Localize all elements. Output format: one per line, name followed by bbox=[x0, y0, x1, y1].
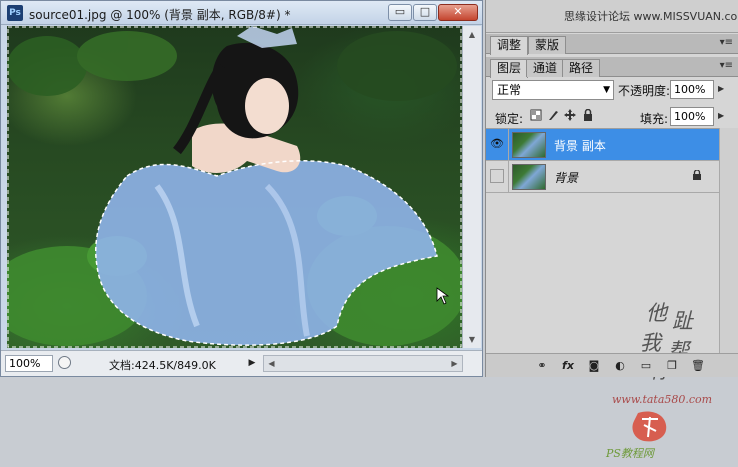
opacity-field[interactable]: 100% bbox=[670, 80, 714, 99]
scroll-left-icon[interactable]: ◀ bbox=[264, 356, 279, 371]
fill-label: 填充: bbox=[640, 112, 669, 126]
layer-name[interactable]: 背景 bbox=[554, 169, 578, 186]
layer-thumbnail bbox=[512, 132, 546, 158]
panel-menu-icon[interactable]: ▾≡ bbox=[720, 37, 733, 48]
document-title: source01.jpg @ 100% (背景 副本, RGB/8#) * bbox=[29, 8, 291, 22]
blend-mode-select[interactable]: 正常 ▼ bbox=[492, 80, 614, 100]
adjustments-tab-row: 调整 蒙版 ▾≡ bbox=[486, 34, 738, 55]
document-window: Ps source01.jpg @ 100% (背景 副本, RGB/8#) *… bbox=[0, 0, 483, 377]
watermark: 他 趾 我 帮 你 www.tata580.com PS教程网 bbox=[606, 297, 716, 467]
photoshop-logo-icon: Ps bbox=[7, 5, 23, 21]
layer-row-background[interactable]: 背景 bbox=[486, 161, 719, 193]
watermark-site: www.tata580.com bbox=[612, 393, 713, 406]
lock-label: 锁定: bbox=[495, 112, 524, 126]
image-canvas[interactable] bbox=[7, 26, 462, 348]
layer-row-separator bbox=[508, 129, 509, 161]
layer-name[interactable]: 背景 副本 bbox=[554, 137, 606, 154]
layer-row-background-copy[interactable]: 👁 背景 副本 bbox=[486, 129, 719, 161]
horizontal-scrollbar[interactable]: ◀ ▶ bbox=[263, 355, 463, 372]
status-info-icon[interactable] bbox=[58, 356, 71, 369]
lock-position-move-icon[interactable] bbox=[564, 109, 576, 121]
panels-dock: 思缘设计论坛 www.MISSVUAN.com 调整 蒙版 ▾≡ 图层 通道 路… bbox=[485, 0, 738, 460]
site-credit: 思缘设计论坛 www.MISSVUAN.com bbox=[564, 10, 738, 23]
layers-list-scrollbar[interactable] bbox=[719, 128, 738, 353]
visibility-toggle-off[interactable] bbox=[490, 169, 504, 183]
lock-transparent-icon[interactable] bbox=[530, 109, 542, 121]
close-button[interactable]: ✕ bbox=[438, 4, 478, 21]
add-mask-icon[interactable]: ◙ bbox=[586, 358, 602, 374]
status-menu-arrow-icon[interactable]: ▶ bbox=[246, 355, 258, 372]
document-size-info: 文档:424.5K/849.0K bbox=[109, 359, 216, 372]
minimize-button[interactable]: ▭ bbox=[388, 4, 412, 21]
eye-icon[interactable]: 👁 bbox=[490, 137, 504, 151]
tab-masks[interactable]: 蒙版 bbox=[528, 36, 567, 54]
document-title-bar[interactable]: Ps source01.jpg @ 100% (背景 副本, RGB/8#) *… bbox=[1, 1, 482, 25]
chevron-down-icon: ▼ bbox=[603, 85, 610, 95]
watermark-tag: PS教程网 bbox=[606, 447, 654, 460]
scroll-down-icon[interactable]: ▼ bbox=[463, 331, 481, 348]
tab-channels[interactable]: 通道 bbox=[526, 59, 565, 77]
tab-adjustments[interactable]: 调整 bbox=[490, 36, 529, 55]
status-bar: 100% 文档:424.5K/849.0K ▶ ◀ ▶ bbox=[1, 350, 482, 376]
tab-paths[interactable]: 路径 bbox=[562, 59, 601, 77]
layers-list: 👁 背景 副本 背景 他 趾 我 帮 你 www.tata580.com PS教… bbox=[486, 128, 738, 460]
watermark-char: 他 bbox=[646, 301, 667, 325]
fill-field[interactable]: 100% bbox=[670, 107, 714, 126]
scroll-right-icon[interactable]: ▶ bbox=[447, 356, 462, 371]
new-layer-icon[interactable]: ❐ bbox=[664, 358, 680, 374]
watermark-char: 趾 bbox=[672, 309, 693, 333]
layers-panel-menu-icon[interactable]: ▾≡ bbox=[720, 60, 733, 71]
opacity-slider-arrow-icon[interactable]: ▶ bbox=[718, 84, 724, 93]
photo-subject bbox=[7, 26, 462, 348]
adjustment-layer-icon[interactable]: ◐ bbox=[612, 358, 628, 374]
layers-bottom-toolbar: ⚭ fx ◙ ◐ ▭ ❐ 🗑 bbox=[486, 353, 738, 377]
lock-icon bbox=[693, 170, 701, 180]
layer-thumbnail bbox=[512, 164, 546, 190]
fx-icon[interactable]: fx bbox=[560, 358, 576, 374]
vertical-scrollbar[interactable]: ▲ ▼ bbox=[462, 26, 481, 348]
tab-layers[interactable]: 图层 bbox=[490, 59, 529, 78]
opacity-label: 不透明度: bbox=[618, 84, 671, 98]
zoom-level-field[interactable]: 100% bbox=[5, 355, 53, 372]
delete-layer-trash-icon[interactable]: 🗑 bbox=[690, 358, 706, 374]
new-group-folder-icon[interactable]: ▭ bbox=[638, 358, 654, 374]
fill-slider-arrow-icon[interactable]: ▶ bbox=[718, 111, 724, 120]
blend-mode-value: 正常 bbox=[497, 83, 522, 97]
maximize-button[interactable]: □ bbox=[413, 4, 437, 21]
lock-pixels-brush-icon[interactable] bbox=[547, 109, 559, 121]
panel-top-strip: 思缘设计论坛 www.MISSVUAN.com bbox=[486, 0, 738, 33]
scroll-up-icon[interactable]: ▲ bbox=[463, 26, 481, 43]
lock-all-icon[interactable] bbox=[582, 109, 594, 121]
link-layers-icon[interactable]: ⚭ bbox=[534, 358, 550, 374]
seal-stamp-icon bbox=[632, 411, 667, 442]
layers-tab-row: 图层 通道 路径 ▾≡ bbox=[486, 57, 738, 78]
layer-row-separator bbox=[508, 161, 509, 193]
